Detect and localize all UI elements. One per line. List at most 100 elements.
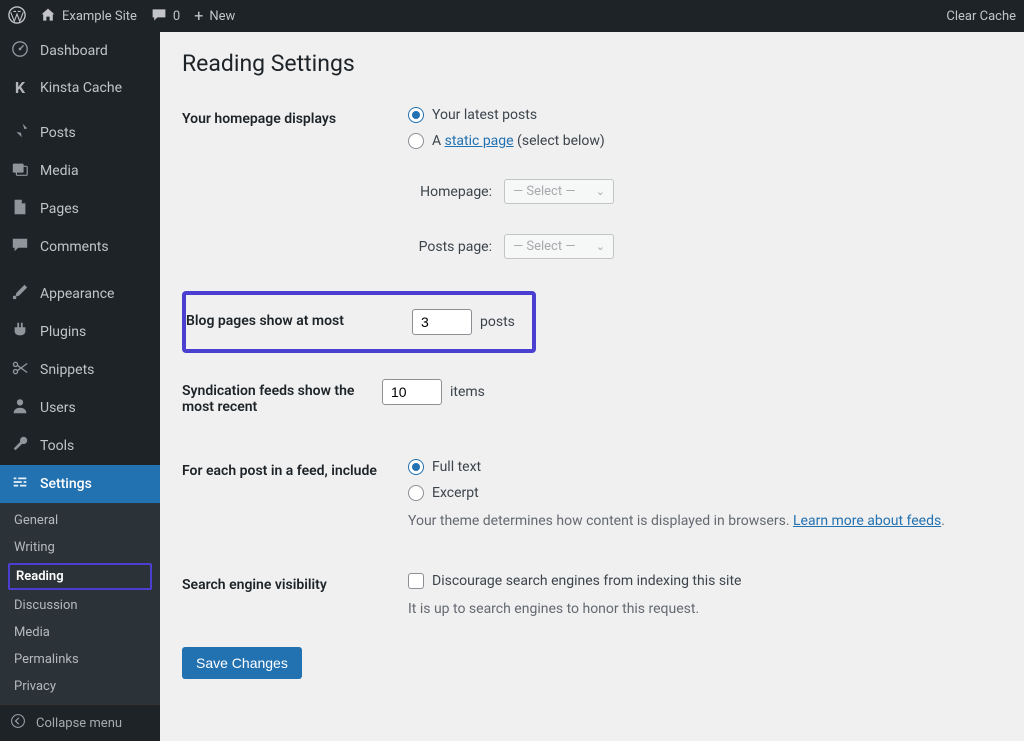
media-icon bbox=[10, 160, 30, 182]
sev-checkbox-label: Discourage search engines from indexing … bbox=[432, 573, 741, 589]
select-placeholder: — Select — bbox=[513, 184, 575, 199]
sidebar-item-appearance[interactable]: Appearance bbox=[0, 275, 160, 313]
label-sev: Search engine visibility bbox=[182, 573, 408, 593]
radio-icon bbox=[408, 107, 424, 123]
collapse-menu[interactable]: Collapse menu bbox=[0, 704, 160, 741]
radio-label: Excerpt bbox=[432, 485, 479, 501]
label-blog-pages: Blog pages show at most bbox=[186, 309, 412, 329]
sidebar-item-label: Dashboard bbox=[40, 43, 108, 59]
radio-icon bbox=[408, 459, 424, 475]
collapse-icon bbox=[10, 713, 26, 733]
home-icon bbox=[40, 7, 56, 26]
kinsta-icon: K bbox=[10, 78, 30, 97]
comment-icon bbox=[10, 236, 30, 258]
sidebar-item-kinsta[interactable]: K Kinsta Cache bbox=[0, 70, 160, 105]
sidebar-item-settings[interactable]: Settings bbox=[0, 465, 160, 503]
radio-icon bbox=[408, 133, 424, 149]
scissors-icon bbox=[10, 359, 30, 381]
clear-cache-label: Clear Cache bbox=[946, 9, 1016, 24]
page-content: Reading Settings Your homepage displays … bbox=[160, 32, 1024, 741]
collapse-label: Collapse menu bbox=[36, 716, 122, 731]
sidebar-item-label: Media bbox=[40, 163, 79, 179]
sidebar-item-plugins[interactable]: Plugins bbox=[0, 313, 160, 351]
sidebar-item-snippets[interactable]: Snippets bbox=[0, 351, 160, 389]
sidebar-item-label: Settings bbox=[40, 476, 92, 492]
sidebar-item-comments[interactable]: Comments bbox=[0, 228, 160, 266]
plugin-icon bbox=[10, 321, 30, 343]
save-changes-button[interactable]: Save Changes bbox=[182, 647, 302, 679]
row-syndication: Syndication feeds show the most recent i… bbox=[182, 371, 1004, 423]
plus-icon: + bbox=[194, 8, 203, 24]
radio-label: A static page (select below) bbox=[432, 133, 605, 149]
settings-submenu: General Writing Reading Discussion Media… bbox=[0, 503, 160, 704]
radio-static-page[interactable]: A static page (select below) bbox=[408, 133, 1004, 149]
submenu-item-permalinks[interactable]: Permalinks bbox=[0, 646, 160, 673]
wrench-icon bbox=[10, 435, 30, 457]
syndication-unit: items bbox=[450, 384, 485, 400]
submenu-item-reading[interactable]: Reading bbox=[8, 563, 152, 590]
sev-checkbox-row[interactable]: Discourage search engines from indexing … bbox=[408, 573, 1004, 589]
comments-link[interactable]: 0 bbox=[151, 7, 180, 26]
syndication-input[interactable] bbox=[382, 379, 442, 405]
blog-pages-input[interactable] bbox=[412, 309, 472, 335]
dashboard-icon bbox=[10, 40, 30, 62]
sliders-icon bbox=[10, 473, 30, 495]
sidebar-item-label: Appearance bbox=[40, 286, 114, 302]
sidebar-item-posts[interactable]: Posts bbox=[0, 114, 160, 152]
new-label: New bbox=[209, 9, 235, 24]
submenu-item-writing[interactable]: Writing bbox=[0, 534, 160, 561]
sev-description: It is up to search engines to honor this… bbox=[408, 601, 1004, 617]
static-page-link[interactable]: static page bbox=[445, 133, 514, 149]
checkbox-icon bbox=[408, 573, 424, 589]
submenu-item-media[interactable]: Media bbox=[0, 619, 160, 646]
radio-label: Full text bbox=[432, 459, 481, 475]
radio-latest-posts[interactable]: Your latest posts bbox=[408, 107, 1004, 123]
radio-excerpt[interactable]: Excerpt bbox=[408, 485, 1004, 501]
homepage-select[interactable]: — Select — ⌄ bbox=[504, 179, 614, 204]
label-syndication: Syndication feeds show the most recent bbox=[182, 379, 382, 415]
sidebar-item-pages[interactable]: Pages bbox=[0, 190, 160, 228]
wordpress-icon bbox=[8, 6, 26, 27]
comment-icon bbox=[151, 7, 167, 26]
radio-full-text[interactable]: Full text bbox=[408, 459, 1004, 475]
wordpress-logo[interactable] bbox=[8, 6, 26, 27]
sidebar-item-users[interactable]: Users bbox=[0, 389, 160, 427]
comment-count: 0 bbox=[173, 9, 180, 24]
chevron-down-icon: ⌄ bbox=[596, 185, 605, 198]
sidebar-item-label: Plugins bbox=[40, 324, 86, 340]
select-placeholder: — Select — bbox=[513, 239, 575, 254]
posts-page-select[interactable]: — Select — ⌄ bbox=[504, 234, 614, 259]
page-icon bbox=[10, 198, 30, 220]
submenu-item-privacy[interactable]: Privacy bbox=[0, 673, 160, 700]
radio-label: Your latest posts bbox=[432, 107, 537, 123]
label-feed-include: For each post in a feed, include bbox=[182, 459, 408, 479]
feed-description: Your theme determines how content is dis… bbox=[408, 513, 1004, 529]
sidebar-item-label: Posts bbox=[40, 125, 76, 141]
site-link[interactable]: Example Site bbox=[40, 7, 137, 26]
clear-cache-link[interactable]: Clear Cache bbox=[946, 9, 1016, 24]
sidebar-item-dashboard[interactable]: Dashboard bbox=[0, 32, 160, 70]
blog-pages-unit: posts bbox=[480, 314, 515, 330]
sidebar-item-label: Snippets bbox=[40, 362, 94, 378]
homepage-select-label: Homepage: bbox=[408, 184, 492, 200]
radio-icon bbox=[408, 485, 424, 501]
sidebar-item-label: Tools bbox=[40, 438, 74, 454]
pin-icon bbox=[10, 122, 30, 144]
posts-page-select-label: Posts page: bbox=[408, 239, 492, 255]
new-link[interactable]: + New bbox=[194, 8, 235, 24]
sidebar-item-label: Kinsta Cache bbox=[40, 80, 122, 96]
page-title: Reading Settings bbox=[182, 50, 1004, 77]
sidebar-item-media[interactable]: Media bbox=[0, 152, 160, 190]
site-name: Example Site bbox=[62, 9, 137, 24]
admin-sidebar: Dashboard K Kinsta Cache Posts Media Pag… bbox=[0, 32, 160, 741]
row-homepage-displays: Your homepage displays Your latest posts… bbox=[182, 99, 1004, 273]
learn-more-feeds-link[interactable]: Learn more about feeds bbox=[793, 513, 941, 529]
row-blog-pages-highlight: Blog pages show at most posts bbox=[182, 291, 536, 353]
submenu-item-general[interactable]: General bbox=[0, 507, 160, 534]
sidebar-item-tools[interactable]: Tools bbox=[0, 427, 160, 465]
sidebar-item-label: Pages bbox=[40, 201, 79, 217]
user-icon bbox=[10, 397, 30, 419]
row-posts-page-select: Posts page: — Select — ⌄ bbox=[408, 234, 1004, 259]
sidebar-item-label: Comments bbox=[40, 239, 109, 255]
submenu-item-discussion[interactable]: Discussion bbox=[0, 592, 160, 619]
